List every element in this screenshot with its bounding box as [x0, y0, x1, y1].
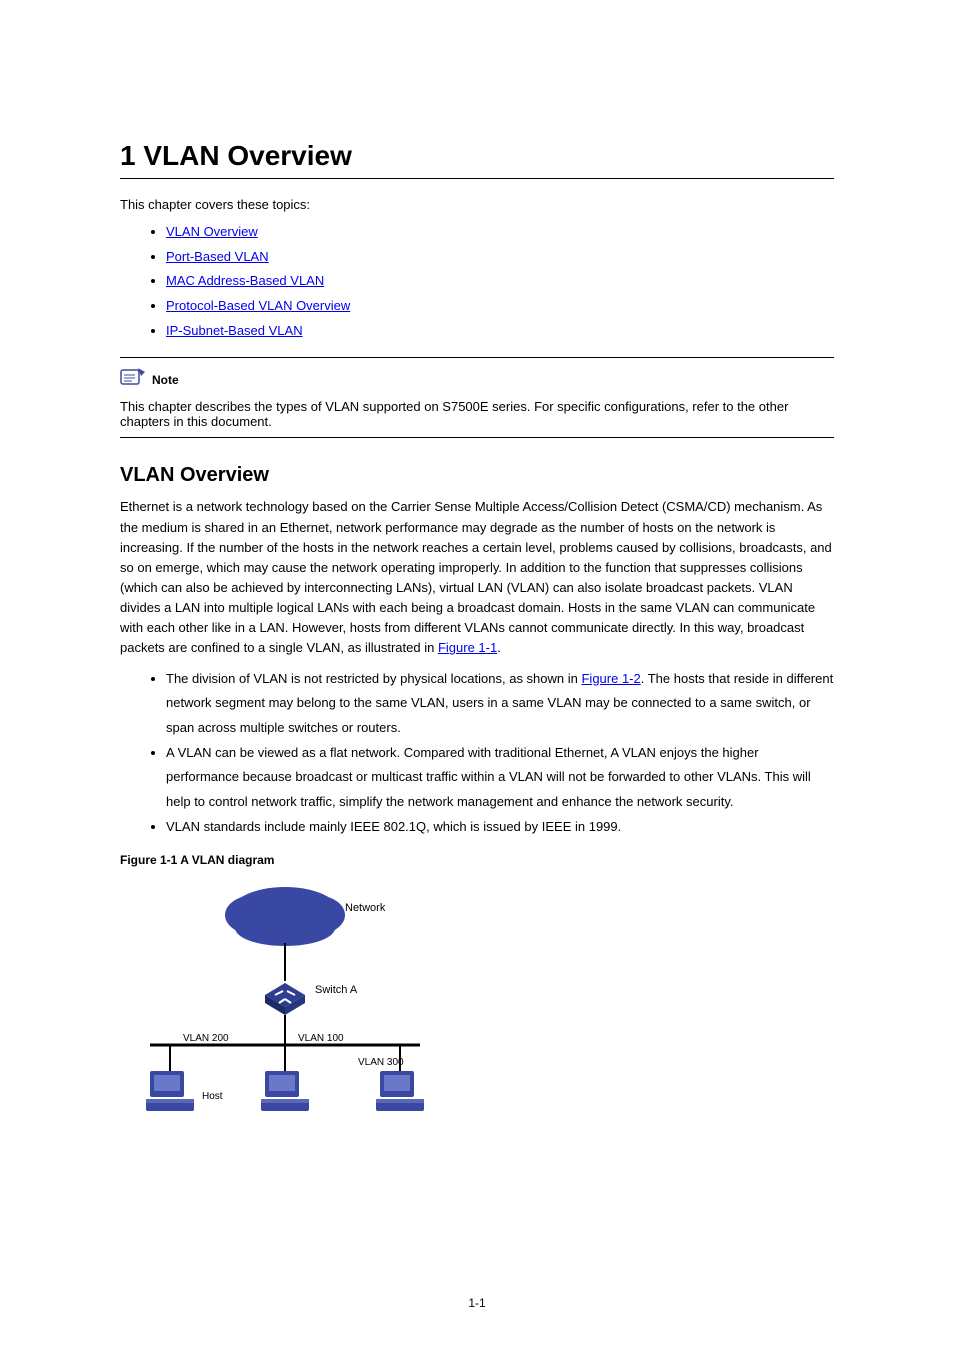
toc-link-vlan-overview[interactable]: VLAN Overview: [166, 224, 258, 239]
note-bottom-rule: [120, 437, 834, 438]
chapter-title: 1 VLAN Overview: [120, 140, 834, 172]
toc-link-ip-subnet-based-vlan[interactable]: IP-Subnet-Based VLAN: [166, 323, 303, 338]
label-network: Network: [345, 902, 386, 914]
toc-item: Protocol-Based VLAN Overview: [166, 294, 834, 319]
section-title: VLAN Overview: [120, 464, 834, 487]
figure-link-1-2[interactable]: Figure 1-2: [581, 671, 640, 686]
toc-link-mac-based-vlan[interactable]: MAC Address-Based VLAN: [166, 273, 324, 288]
body-bullets: The division of VLAN is not restricted b…: [120, 667, 834, 840]
note-block: Note This chapter describes the types of…: [120, 357, 834, 438]
toc-item: MAC Address-Based VLAN: [166, 269, 834, 294]
toc-link-port-based-vlan[interactable]: Port-Based VLAN: [166, 249, 269, 264]
figure-caption: Figure 1-1 A VLAN diagram: [120, 853, 834, 867]
note-icon: [120, 366, 146, 393]
bullet-item: A VLAN can be viewed as a flat network. …: [166, 741, 834, 815]
intro-line: This chapter covers these topics:: [120, 197, 834, 212]
para1-text-a: Ethernet is a network technology based o…: [120, 499, 832, 655]
page-number: 1-1: [0, 1296, 954, 1310]
bullet2-text: A VLAN can be viewed as a flat network. …: [166, 745, 811, 809]
figure-link-1-1[interactable]: Figure 1-1: [438, 640, 497, 655]
note-header: Note: [120, 366, 834, 393]
bullet3-text: VLAN standards include mainly IEEE 802.1…: [166, 819, 621, 834]
title-underline: [120, 178, 834, 179]
bullet-item: The division of VLAN is not restricted b…: [166, 667, 834, 741]
toc-list: VLAN Overview Port-Based VLAN MAC Addres…: [120, 220, 834, 343]
label-vlan-100: VLAN 100: [298, 1033, 344, 1044]
bullet1-text-a: The division of VLAN is not restricted b…: [166, 671, 581, 686]
page: 1 VLAN Overview This chapter covers thes…: [0, 0, 954, 1350]
note-text: This chapter describes the types of VLAN…: [120, 399, 834, 429]
note-top-rule: [120, 357, 834, 358]
chapter-number: 1: [120, 140, 136, 171]
toc-item: VLAN Overview: [166, 220, 834, 245]
bullet-item: VLAN standards include mainly IEEE 802.1…: [166, 815, 834, 840]
label-vlan-300: VLAN 300: [358, 1057, 404, 1068]
figure-1-1-diagram: Network Switch A VLAN 200 VLAN 100 VLAN …: [120, 873, 450, 1158]
label-host: Host: [202, 1091, 223, 1102]
toc-item: Port-Based VLAN: [166, 245, 834, 270]
toc-link-protocol-based-vlan[interactable]: Protocol-Based VLAN Overview: [166, 298, 350, 313]
paragraph-1: Ethernet is a network technology based o…: [120, 497, 834, 658]
label-switch: Switch A: [315, 984, 358, 996]
chapter-heading: VLAN Overview: [143, 140, 352, 171]
host-icon: [146, 1071, 424, 1111]
note-label: Note: [152, 373, 179, 387]
para1-text-b: .: [497, 640, 501, 655]
label-vlan-200: VLAN 200: [183, 1033, 229, 1044]
toc-item: IP-Subnet-Based VLAN: [166, 319, 834, 344]
